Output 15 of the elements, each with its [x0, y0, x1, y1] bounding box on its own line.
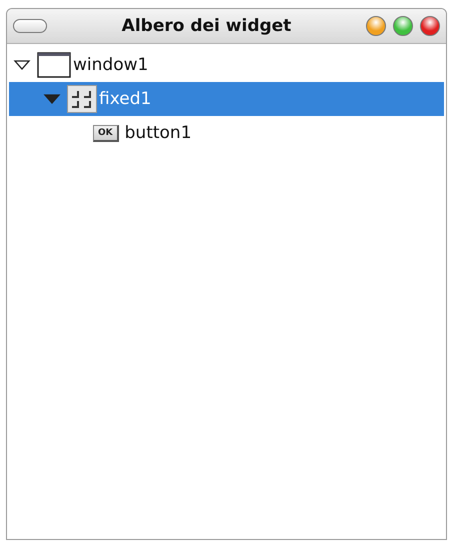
button-icon: OK	[93, 124, 119, 142]
tree-item-label: button1	[124, 123, 192, 143]
tree-row[interactable]: fixed1	[9, 82, 444, 116]
tree-item-label: fixed1	[99, 89, 152, 109]
tree-row[interactable]: window1	[7, 48, 444, 82]
tree-item-label: window1	[73, 55, 148, 75]
close-button[interactable]	[420, 16, 440, 36]
maximize-button[interactable]	[393, 16, 413, 36]
tree-row[interactable]: OK button1	[7, 116, 444, 150]
fixed-layout-icon	[67, 85, 97, 113]
window-title: Albero dei widget	[120, 16, 292, 36]
expanded-triangle-icon[interactable]	[13, 58, 31, 72]
toolbar-toggle-button[interactable]	[13, 19, 47, 33]
minimize-button[interactable]	[366, 16, 386, 36]
window-icon	[37, 52, 71, 78]
